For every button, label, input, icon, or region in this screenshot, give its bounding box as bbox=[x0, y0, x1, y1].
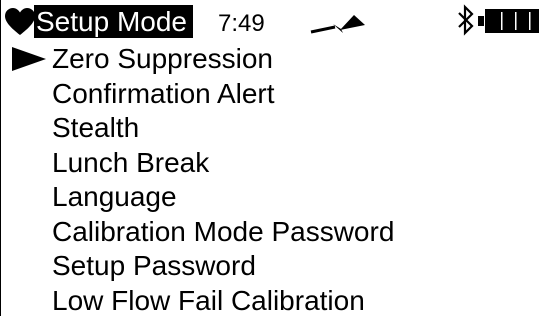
selection-cursor-icon bbox=[12, 47, 46, 71]
menu-item-zero-suppression[interactable]: Zero Suppression bbox=[1, 42, 539, 77]
signal-icon bbox=[309, 10, 369, 36]
heart-icon bbox=[5, 8, 35, 36]
menu-item-language[interactable]: Language bbox=[1, 180, 539, 215]
battery-icon bbox=[477, 8, 539, 34]
menu-item-low-flow-fail-calibration[interactable]: Low Flow Fail Calibration bbox=[1, 284, 539, 318]
menu-item-setup-password[interactable]: Setup Password bbox=[1, 249, 539, 284]
menu-item-label: Language bbox=[52, 180, 177, 214]
menu-item-calibration-mode-password[interactable]: Calibration Mode Password bbox=[1, 215, 539, 250]
menu-item-stealth[interactable]: Stealth bbox=[1, 111, 539, 146]
setup-menu: Zero Suppression Confirmation Alert Stea… bbox=[1, 42, 539, 318]
status-bar: Setup Mode 7:49 bbox=[1, 0, 539, 44]
menu-item-label: Zero Suppression bbox=[52, 42, 273, 76]
clock-time: 7:49 bbox=[218, 10, 265, 38]
mode-title: Setup Mode bbox=[34, 5, 193, 38]
bluetooth-icon bbox=[456, 4, 476, 36]
menu-item-label: Low Flow Fail Calibration bbox=[52, 284, 365, 318]
menu-item-lunch-break[interactable]: Lunch Break bbox=[1, 146, 539, 181]
menu-item-label: Confirmation Alert bbox=[52, 77, 275, 111]
menu-item-confirmation-alert[interactable]: Confirmation Alert bbox=[1, 77, 539, 112]
menu-item-label: Calibration Mode Password bbox=[52, 215, 394, 249]
menu-item-label: Stealth bbox=[52, 111, 139, 145]
menu-item-label: Setup Password bbox=[52, 249, 256, 283]
device-screen: Setup Mode 7:49 Zero Suppression bbox=[0, 0, 539, 316]
menu-item-label: Lunch Break bbox=[52, 146, 209, 180]
